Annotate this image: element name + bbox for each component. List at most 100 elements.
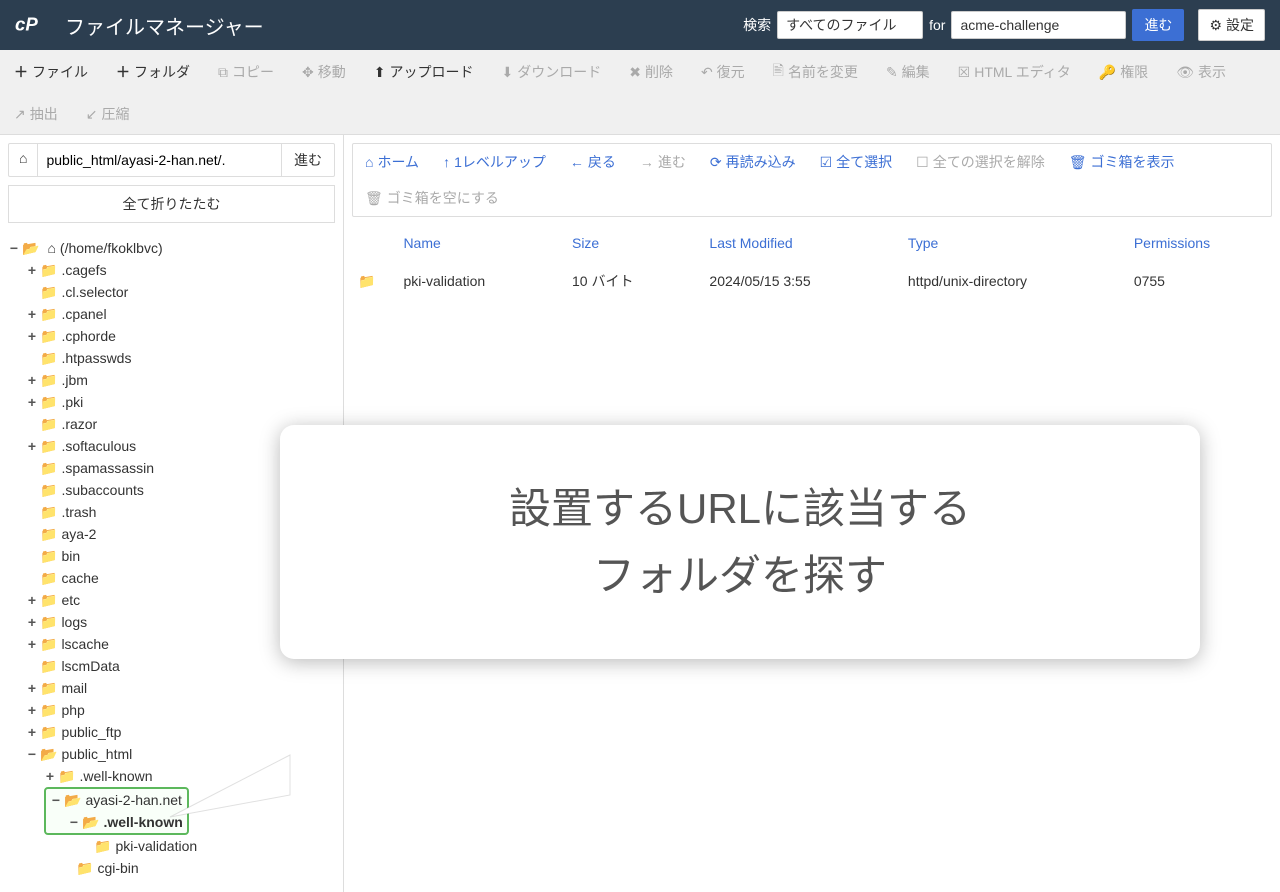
tree-folder[interactable]: +📁.pki <box>26 391 335 413</box>
tree-folder[interactable]: +📁php <box>26 699 335 721</box>
action-reload[interactable]: ⟳再読み込み <box>698 144 808 180</box>
tree-folder[interactable]: 📁.subaccounts <box>26 479 335 501</box>
search-input[interactable] <box>951 11 1126 39</box>
col-size[interactable]: Size <box>558 225 695 261</box>
tree-expand-icon[interactable]: + <box>26 677 38 699</box>
action-back[interactable]: ←戻る <box>558 144 628 180</box>
tree-root[interactable]: −📂⌂(/home/fkoklbvc) <box>8 237 335 259</box>
path-input[interactable] <box>38 144 281 176</box>
tree-collapse-icon[interactable]: − <box>8 237 20 259</box>
tree-folder[interactable]: 📁.htpasswds <box>26 347 335 369</box>
tree-folder[interactable]: +📁.well-known <box>44 765 335 787</box>
tree-folder[interactable]: +📁public_ftp <box>26 721 335 743</box>
collapse-all-button[interactable]: 全て折りたたむ <box>8 185 335 223</box>
folder-icon: 📁 <box>40 350 57 366</box>
action-home[interactable]: ⌂ホーム <box>353 144 431 180</box>
tree-folder[interactable]: 📁.trash <box>26 501 335 523</box>
folder-icon: 📁 <box>40 570 57 586</box>
tree-expand-icon[interactable]: + <box>26 303 38 325</box>
view-button[interactable]: 👁表示 <box>1162 50 1240 94</box>
move-button[interactable]: ✥移動 <box>288 50 360 94</box>
tree-collapse-icon[interactable]: − <box>68 811 80 833</box>
settings-button[interactable]: ⚙ 設定 <box>1198 9 1265 41</box>
delete-button[interactable]: ✖削除 <box>615 50 687 94</box>
tree-folder-label: .softaculous <box>61 438 136 454</box>
tree-folder-well-known-selected[interactable]: −📂.well-known <box>68 811 183 833</box>
search-scope-select[interactable]: すべてのファイル <box>777 11 923 39</box>
rename-button[interactable]: 🖹名前を変更 <box>759 50 872 94</box>
new-folder-button[interactable]: ＋フォルダ <box>102 50 204 94</box>
tree-folder[interactable]: +📁.cagefs <box>26 259 335 281</box>
tree-folder[interactable]: +📁logs <box>26 611 335 633</box>
tree-expand-icon[interactable]: + <box>26 391 38 413</box>
tree-folder[interactable]: 📁bin <box>26 545 335 567</box>
tree-expand-icon[interactable]: + <box>26 699 38 721</box>
tree-expand-icon[interactable]: + <box>26 611 38 633</box>
tree-folder[interactable]: 📁.razor <box>26 413 335 435</box>
tree-folder[interactable]: +📁.cpanel <box>26 303 335 325</box>
table-row[interactable]: 📁pki-validation10 バイト2024/05/15 3:55http… <box>344 261 1280 301</box>
action-forward[interactable]: →進む <box>628 144 698 180</box>
tree-folder[interactable]: 📁cgi-bin <box>62 857 335 879</box>
tree-collapse-icon[interactable]: − <box>50 789 62 811</box>
permissions-button[interactable]: 🔑権限 <box>1085 50 1162 94</box>
tree-expand-icon[interactable]: + <box>44 765 56 787</box>
action-view-trash[interactable]: 🗑ゴミ箱を表示 <box>1057 144 1187 180</box>
col-type[interactable]: Type <box>894 225 1120 261</box>
tree-expand-icon[interactable]: + <box>26 589 38 611</box>
upload-button[interactable]: ⬆アップロード <box>360 50 488 94</box>
tree-expand-icon[interactable]: + <box>26 633 38 655</box>
cpanel-logo: cP <box>15 11 55 39</box>
download-button[interactable]: ⬇ダウンロード <box>487 50 615 94</box>
checkbox-empty-icon: ☐ <box>916 154 929 171</box>
path-go-button[interactable]: 進む <box>281 144 334 176</box>
copy-button[interactable]: ⧉コピー <box>204 50 288 94</box>
col-last-modified[interactable]: Last Modified <box>695 225 894 261</box>
tree-folder[interactable]: 📁.cl.selector <box>26 281 335 303</box>
folder-tree: −📂⌂(/home/fkoklbvc) +📁.cagefs 📁.cl.selec… <box>0 231 343 892</box>
action-unselect-all[interactable]: ☐全ての選択を解除 <box>904 144 1057 180</box>
action-label: 1レベルアップ <box>454 152 546 172</box>
path-bar: ⌂ 進む <box>8 143 335 177</box>
tree-folder-ayasi[interactable]: −📂ayasi-2-han.net <box>50 789 183 811</box>
action-label: 全て選択 <box>836 152 892 172</box>
tree-folder[interactable]: 📁cache <box>26 567 335 589</box>
cell-name: pki-validation <box>389 261 558 301</box>
path-home-button[interactable]: ⌂ <box>9 144 38 176</box>
tree-expand-icon[interactable]: + <box>26 721 38 743</box>
action-empty-trash[interactable]: 🗑ゴミ箱を空にする <box>353 180 511 216</box>
restore-button[interactable]: ↶復元 <box>687 50 759 94</box>
compress-button[interactable]: ↙圧縮 <box>72 94 144 134</box>
search-go-button[interactable]: 進む <box>1132 9 1184 41</box>
col-name[interactable]: Name <box>389 225 558 261</box>
action-select-all[interactable]: ☑全て選択 <box>808 144 905 180</box>
tree-folder[interactable]: 📁pki-validation <box>80 835 335 857</box>
tree-expand-icon[interactable]: + <box>26 325 38 347</box>
tree-folder[interactable]: 📁.spamassassin <box>26 457 335 479</box>
tree-folder[interactable]: +📁.cphorde <box>26 325 335 347</box>
tree-collapse-icon[interactable]: − <box>26 743 38 765</box>
tree-folder[interactable]: +📁.softaculous <box>26 435 335 457</box>
key-icon: 🔑 <box>1099 64 1116 81</box>
tree-folder[interactable]: +📁mail <box>26 677 335 699</box>
toolbar-item-label: 名前を変更 <box>788 62 858 82</box>
tree-expand-icon[interactable]: + <box>26 259 38 281</box>
pencil-icon: ✎ <box>886 64 898 81</box>
tree-folder[interactable]: +📁lscache <box>26 633 335 655</box>
tree-expand-icon[interactable]: + <box>26 435 38 457</box>
col-permissions[interactable]: Permissions <box>1120 225 1280 261</box>
new-file-button[interactable]: ＋ファイル <box>0 50 102 94</box>
html-editor-button[interactable]: ☒HTML エディタ <box>944 50 1085 94</box>
folder-open-icon: 📂 <box>64 792 81 808</box>
tree-expand-icon[interactable]: + <box>26 369 38 391</box>
tree-folder-label: ayasi-2-han.net <box>85 792 182 808</box>
edit-button[interactable]: ✎編集 <box>872 50 944 94</box>
tree-folder[interactable]: +📁etc <box>26 589 335 611</box>
tree-folder[interactable]: +📁.jbm <box>26 369 335 391</box>
tree-folder[interactable]: 📁aya-2 <box>26 523 335 545</box>
tree-folder-public-html[interactable]: −📂public_html <box>26 743 335 765</box>
tree-folder[interactable]: 📁lscmData <box>26 655 335 677</box>
action-up-level[interactable]: ↑1レベルアップ <box>431 144 558 180</box>
toolbar-item-label: 表示 <box>1198 62 1226 82</box>
extract-button[interactable]: ↗抽出 <box>0 94 72 134</box>
